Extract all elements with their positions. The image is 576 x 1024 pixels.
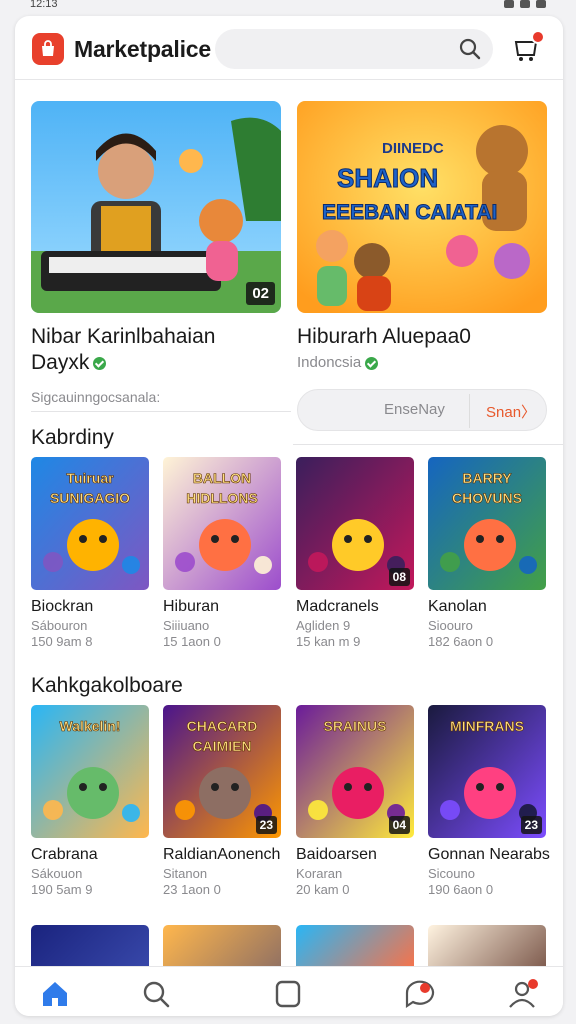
- featured-title-1[interactable]: Nibar Karinlbahaian Dayxk: [31, 324, 215, 376]
- divider: [31, 411, 291, 412]
- tile-meta: 23 1aon 0: [163, 882, 221, 897]
- tile-publisher: Siiiuano: [163, 618, 210, 633]
- marketplace-card: Marketpalice 02 DIINEDC SHAION EEEBAN CA…: [15, 16, 563, 1016]
- tile-art-text: HIDLLONS: [186, 490, 258, 506]
- tile-tag: 04: [388, 816, 410, 834]
- verified-icon: [365, 356, 379, 370]
- svg-text:DIINEDC: DIINEDC: [382, 140, 444, 157]
- tile-tag: 23: [255, 816, 277, 834]
- banner-art-text: DIINEDC SHAION EEEBAN CAIATAI: [322, 140, 498, 225]
- game-tile-image[interactable]: MINFRANS 23: [428, 705, 546, 838]
- tile-name[interactable]: RaldianAonench: [163, 846, 280, 864]
- tile-name[interactable]: Madcranels: [296, 598, 379, 616]
- tile-publisher: Sitanon: [163, 866, 208, 881]
- banner-tag: 02: [246, 282, 275, 305]
- tile-publisher: Koraran: [296, 866, 343, 881]
- game-tile-image[interactable]: Walkelin!: [31, 705, 149, 838]
- featured-subtitle: Sigcauinngocsanala:: [31, 389, 161, 405]
- search-icon[interactable]: [139, 977, 173, 1011]
- tile-name[interactable]: Baidoarsen: [296, 846, 377, 864]
- tile-meta: 150 9am 8: [31, 634, 93, 649]
- featured-location: Indoncsia: [297, 354, 379, 371]
- tile-publisher: Sábouron: [31, 618, 88, 633]
- tile-name[interactable]: Gonnan Nearabs: [428, 846, 550, 864]
- tile-meta: 15 1aon 0: [163, 634, 221, 649]
- tile-name[interactable]: Kanolan: [428, 598, 487, 616]
- tile-art-text: Tuiruar: [66, 470, 114, 486]
- tile-tag: 23: [520, 816, 542, 834]
- tile-meta: 182 6aon 0: [428, 634, 494, 649]
- game-tile-image[interactable]: Tuiruar SUNIGAGIO: [31, 457, 149, 590]
- tile-art-text: SRAINUS: [323, 718, 386, 734]
- featured-banner-2[interactable]: DIINEDC SHAION EEEBAN CAIATAI: [297, 101, 547, 313]
- cart-badge: [531, 30, 545, 44]
- status-icons: [504, 0, 546, 8]
- cart-icon[interactable]: [509, 30, 545, 66]
- status-time: 12:13: [30, 0, 58, 10]
- tile-publisher: Sioouro: [428, 618, 473, 633]
- divider: [293, 444, 563, 445]
- tile-publisher: Sicouno: [428, 866, 475, 881]
- tile-name[interactable]: Hiburan: [163, 598, 219, 616]
- app-title: Marketpalice: [74, 36, 211, 62]
- game-tile-image[interactable]: BARRY CHOVUNS: [428, 457, 546, 590]
- game-tile-image[interactable]: SRAINUS 04: [296, 705, 414, 838]
- top-bar: Marketpalice: [15, 16, 563, 80]
- section-title-2: Kahkgakolboare: [31, 674, 183, 697]
- tile-tag: 08: [388, 568, 410, 586]
- action-pill: EnseNay Snan〉: [297, 389, 547, 431]
- tile-name[interactable]: Crabrana: [31, 846, 98, 864]
- action-right-button[interactable]: Snan〉: [486, 401, 536, 422]
- square-icon[interactable]: [271, 977, 305, 1011]
- tile-art-text: CHACARD: [187, 718, 258, 734]
- tile-art-text: BARRY: [462, 470, 512, 486]
- game-tile-image[interactable]: 08: [296, 457, 414, 590]
- shop-logo-icon: [32, 33, 64, 65]
- tile-art-text: SUNIGAGIO: [50, 490, 130, 506]
- svg-text:SHAION: SHAION: [337, 163, 438, 193]
- chat-icon[interactable]: [403, 977, 437, 1011]
- game-tile-image[interactable]: BALLON HIDLLONS: [163, 457, 281, 590]
- game-tile-image[interactable]: CHACARD CAIMIEN 23: [163, 705, 281, 838]
- tile-art-text: MINFRANS: [450, 718, 524, 734]
- featured-banner-1[interactable]: 02: [31, 101, 281, 313]
- search-bar[interactable]: [215, 29, 493, 69]
- search-icon[interactable]: [457, 36, 483, 62]
- tile-art-text: CAIMIEN: [192, 738, 251, 754]
- tile-meta: 190 5am 9: [31, 882, 93, 897]
- tile-publisher: Sákouon: [31, 866, 83, 881]
- tile-meta: 20 kam 0: [296, 882, 350, 897]
- svg-text:EEEBAN CAIATAI: EEEBAN CAIATAI: [322, 201, 497, 224]
- action-divider: [469, 394, 470, 428]
- bottom-nav: [15, 966, 563, 1016]
- tile-art-text: BALLON: [193, 470, 251, 486]
- status-bar: 12:13: [0, 0, 576, 12]
- action-left-button[interactable]: EnseNay: [384, 401, 445, 418]
- featured-title-2[interactable]: Hiburarh Aluepaa0: [297, 324, 471, 350]
- section-title-1: Kabrdiny: [31, 426, 114, 449]
- tile-art-text: Walkelin!: [60, 718, 121, 734]
- tile-meta: 190 6aon 0: [428, 882, 494, 897]
- tile-meta: 15 kan m 9: [296, 634, 361, 649]
- tile-name[interactable]: Biockran: [31, 598, 93, 616]
- tile-art-text: CHOVUNS: [452, 490, 522, 506]
- home-icon[interactable]: [38, 977, 72, 1011]
- verified-icon: [93, 356, 107, 370]
- profile-icon[interactable]: [505, 977, 539, 1011]
- tile-publisher: Agliden 9: [296, 618, 351, 633]
